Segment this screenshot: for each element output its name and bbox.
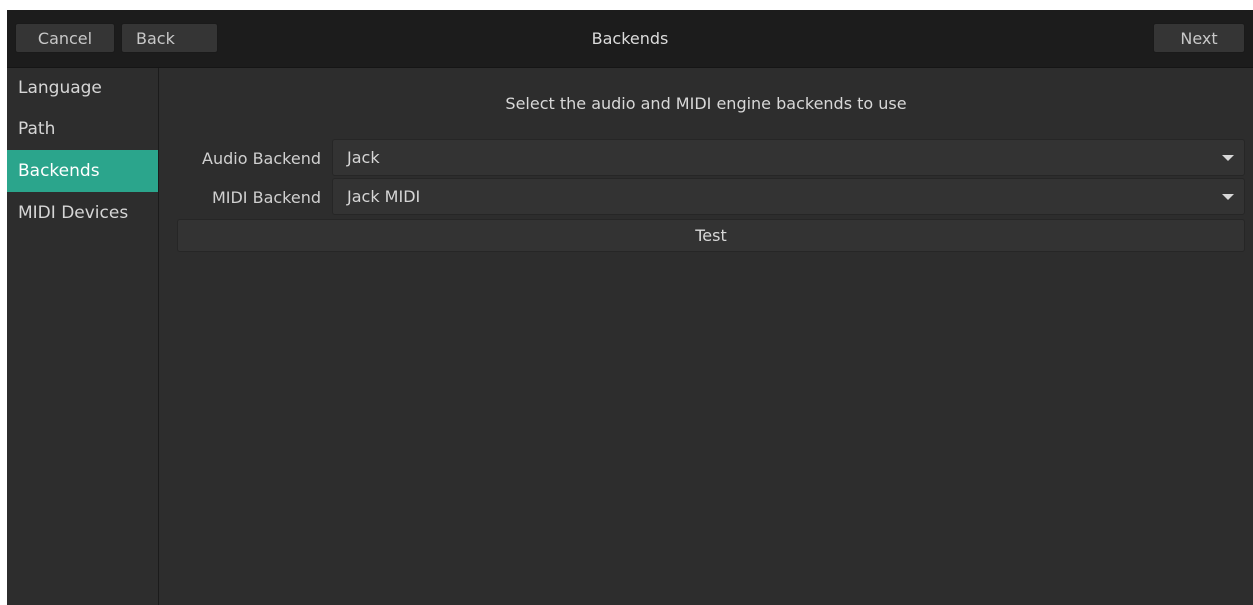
back-button[interactable]: Back [121,23,218,53]
instructions-text: Select the audio and MIDI engine backend… [505,94,907,113]
audio-backend-dropdown[interactable]: Jack [332,139,1245,176]
sidebar: Language Path Backends MIDI Devices [7,68,159,605]
chevron-down-icon [1222,155,1234,161]
midi-backend-dropdown[interactable]: Jack MIDI [332,178,1245,215]
sidebar-item-language[interactable]: Language [7,68,158,108]
test-button[interactable]: Test [177,219,1245,252]
sidebar-item-backends[interactable]: Backends [7,150,158,192]
next-button[interactable]: Next [1153,23,1245,53]
sidebar-item-midi-devices[interactable]: MIDI Devices [7,192,158,234]
midi-backend-value: Jack MIDI [347,187,421,206]
chevron-down-icon [1222,194,1234,200]
cancel-button[interactable]: Cancel [15,23,115,53]
audio-backend-label: Audio Backend [202,149,321,168]
assistant-window: Cancel Back Backends Next Language Path … [7,10,1253,605]
header-bar: Cancel Back Backends Next [7,10,1253,68]
sidebar-item-path[interactable]: Path [7,108,158,150]
midi-backend-label: MIDI Backend [211,188,321,207]
audio-backend-value: Jack [347,148,380,167]
main-content: Select the audio and MIDI engine backend… [159,68,1253,605]
